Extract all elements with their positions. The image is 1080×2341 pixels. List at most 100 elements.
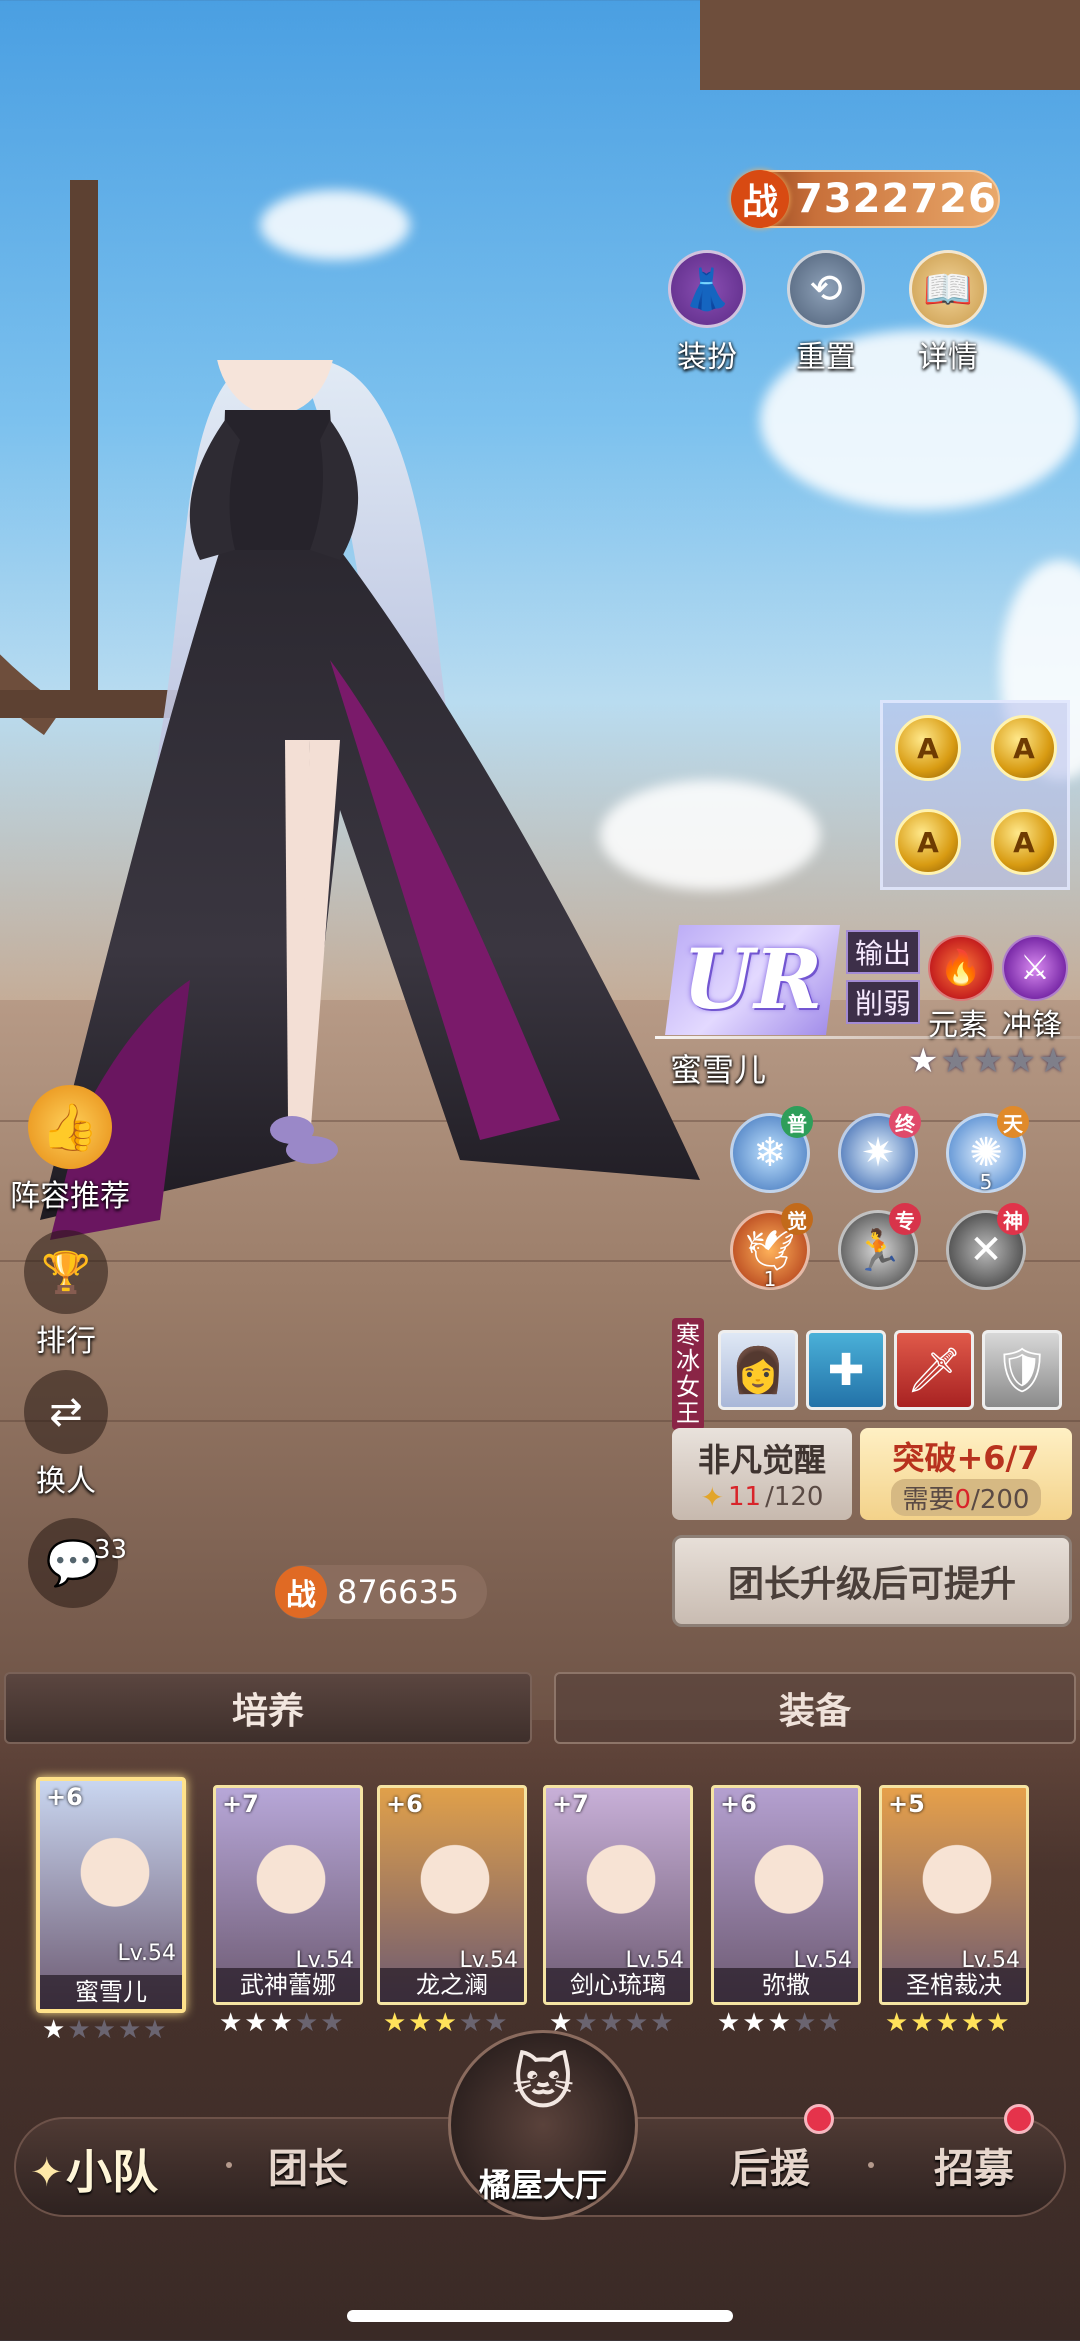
star-icon: ★ (717, 2008, 741, 2038)
star-icon: ★ (885, 2008, 909, 2038)
star-icon: ★ (940, 1041, 971, 1081)
skill-icon[interactable]: ✺ 天 5 (946, 1106, 1029, 1194)
nav-separator (226, 2162, 232, 2168)
skill-icon[interactable]: 🏃 专 (838, 1203, 921, 1290)
relic-slot-icon[interactable]: A (991, 809, 1057, 875)
reset-icon: ⟲ (787, 250, 865, 328)
star-icon: ★ (484, 2008, 508, 2038)
hero-card-name: 蜜雪儿 (40, 1975, 182, 2009)
skill-type-badge: 神 (997, 1203, 1029, 1235)
skill-icon[interactable]: ✷ 终 (838, 1106, 921, 1193)
lineup-recommend-button[interactable]: 👍 阵容推荐 (0, 1085, 140, 1215)
star-icon: ★ (1037, 1041, 1069, 1081)
star-icon: ★ (219, 2008, 243, 2038)
thumbs-up-icon: 👍 (28, 1085, 112, 1169)
hero-card[interactable]: +6 Lv.54 弥撒 (711, 1785, 861, 2005)
ranking-button[interactable]: 🏆 排行 (0, 1230, 136, 1360)
skill-icon[interactable]: ❄ 普 (730, 1106, 813, 1193)
details-button[interactable]: 📖 详情 (903, 250, 993, 376)
star-icon: ★ (42, 2015, 66, 2045)
add-slot-icon[interactable]: ✚ (806, 1330, 886, 1410)
awakening-label: 非凡觉醒 (697, 1440, 826, 1479)
ranking-label: 排行 (36, 1324, 96, 1359)
hero-plus: +7 (552, 1790, 589, 1818)
cat-home-icon: 🐱 (511, 2048, 575, 2118)
skill-icon[interactable]: ✕ 神 (946, 1203, 1029, 1290)
hero-level: Lv.54 (117, 1941, 176, 1966)
breakthrough-panel[interactable]: 突破+6/7 需要0/200 (860, 1428, 1072, 1520)
shield-slot-icon[interactable]: 🛡 (982, 1330, 1062, 1410)
skill-type-badge: 觉 (781, 1203, 813, 1235)
charge-class-icon[interactable]: ⚔ (1002, 935, 1068, 1001)
hero-portrait (234, 1828, 348, 1942)
star-icon: ★ (986, 2008, 1010, 2038)
star-icon: ★ (935, 2008, 959, 2038)
awakening-portrait-icon[interactable]: 👩 (718, 1330, 798, 1410)
outfit-icon: 👗 (668, 250, 746, 328)
star-icon: ★ (244, 2008, 268, 2038)
outfit-label: 装扮 (677, 340, 737, 375)
relic-slots[interactable]: A A A A (880, 700, 1070, 890)
relic-slot-icon[interactable]: A (895, 715, 961, 781)
hero-card-name: 武神蕾娜 (216, 1968, 360, 2002)
role-tag-output: 输出 (846, 930, 920, 974)
relic-slot-icon[interactable]: A (895, 809, 961, 875)
hero-card[interactable]: +6 Lv.54 蜜雪儿 (36, 1777, 186, 2013)
reset-label: 重置 (796, 340, 856, 375)
breakthrough-label: 突破+6/7 (892, 1438, 1040, 1477)
hero-card[interactable]: +5 Lv.54 圣棺裁决 (879, 1785, 1029, 2005)
upgrade-button[interactable]: 团长升级后可提升 (672, 1535, 1072, 1627)
lineup-recommend-label: 阵容推荐 (10, 1179, 130, 1214)
star-icon: ★ (792, 2008, 817, 2038)
rarity-badge: UR (665, 925, 840, 1035)
relic-slot-icon[interactable]: A (991, 715, 1057, 781)
hero-card-stars: ★ ★ ★ ★ ★ (717, 2010, 842, 2036)
home-indicator (347, 2310, 733, 2322)
star-icon: ★ (910, 2008, 934, 2038)
swap-hero-button[interactable]: ⇄ 换人 (0, 1370, 136, 1500)
skill-type-badge: 天 (997, 1106, 1029, 1138)
hero-card-name: 龙之澜 (380, 1968, 524, 2002)
tab-cultivate[interactable]: 培养 (4, 1672, 532, 1744)
hero-plus: +5 (888, 1790, 925, 1818)
skill-type-badge: 普 (781, 1106, 813, 1138)
star-icon: ★ (908, 1041, 939, 1081)
trophy-icon: 🏆 (24, 1230, 108, 1314)
star-icon: ★ (92, 2015, 116, 2045)
hero-card-stars: ★ ★ ★ ★ ★ (885, 2010, 1010, 2036)
nav-leader[interactable]: 团长 (268, 2136, 348, 2194)
hero-star-rating: ★ ★ ★ ★ ★ (908, 1044, 1068, 1078)
hero-card[interactable]: +7 Lv.54 剑心琉璃 (543, 1785, 693, 2005)
nav-recruit[interactable]: 招募 (934, 2136, 1014, 2194)
sword-slot-icon[interactable]: 🗡 (894, 1330, 974, 1410)
swap-icon: ⇄ (24, 1370, 108, 1454)
awakening-progress: ✦ 11/120 (700, 1480, 824, 1514)
star-icon: ★ (960, 2008, 985, 2038)
puzzle-icon: ✦ (700, 1480, 724, 1514)
details-label: 详情 (918, 340, 978, 375)
star-icon: ★ (294, 2008, 319, 2038)
hero-card[interactable]: +6 Lv.54 龙之澜 (377, 1785, 527, 2005)
hero-plus: +6 (386, 1790, 423, 1818)
skill-type-badge: 终 (889, 1106, 921, 1138)
tab-equipment[interactable]: 装备 (554, 1672, 1076, 1744)
hero-card-name: 弥撒 (714, 1968, 858, 2002)
skill-icon[interactable]: 🕊 觉 1 (730, 1203, 813, 1291)
fire-element-icon[interactable]: 🔥 (928, 935, 994, 1001)
nav-support[interactable]: 后援 (730, 2136, 810, 2194)
book-icon: 📖 (909, 250, 987, 328)
awakening-panel[interactable]: 非凡觉醒 ✦ 11/120 (672, 1428, 852, 1520)
hero-card-name: 剑心琉璃 (546, 1968, 690, 2002)
chat-count: 33 (94, 1535, 128, 1565)
star-icon: ★ (574, 2008, 598, 2038)
star-icon: ★ (67, 2015, 91, 2045)
hero-portrait (900, 1828, 1014, 1942)
star-icon: ★ (383, 2008, 407, 2038)
outfit-button[interactable]: 👗 装扮 (662, 250, 752, 376)
nav-squad[interactable]: 小队 (66, 2136, 158, 2202)
star-icon: ★ (767, 2008, 791, 2038)
hero-card[interactable]: +7 Lv.54 武神蕾娜 (213, 1785, 363, 2005)
hero-card-stars: ★ ★ ★ ★ ★ (42, 2017, 167, 2043)
reset-button[interactable]: ⟲ 重置 (781, 250, 871, 376)
star-icon: ★ (320, 2008, 344, 2038)
